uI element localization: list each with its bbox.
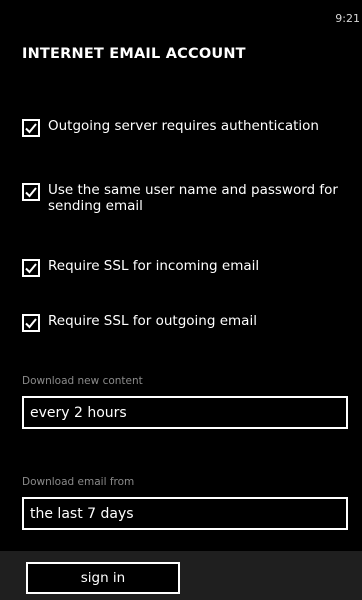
checkmark-icon	[25, 263, 37, 274]
app-bar: sign in	[0, 551, 362, 600]
ssl-outgoing-label: Require SSL for outgoing email	[48, 313, 257, 329]
checkmark-icon	[25, 123, 37, 134]
outgoing-auth-checkbox-row[interactable]: Outgoing server requires authentication	[22, 118, 342, 137]
ssl-incoming-checkbox-row[interactable]: Require SSL for incoming email	[22, 258, 342, 277]
same-credentials-checkbox-row[interactable]: Use the same user name and password for …	[22, 182, 342, 214]
download-content-label: Download new content	[22, 375, 143, 387]
page-title: INTERNET EMAIL ACCOUNT	[22, 46, 246, 62]
download-content-value: every 2 hours	[30, 404, 127, 421]
download-email-value: the last 7 days	[30, 505, 134, 522]
checkmark-icon	[25, 318, 37, 329]
outgoing-auth-label: Outgoing server requires authentication	[48, 118, 319, 134]
same-credentials-label: Use the same user name and password for …	[48, 182, 338, 214]
sign-in-button[interactable]: sign in	[26, 562, 180, 594]
download-content-picker[interactable]: every 2 hours	[22, 396, 348, 429]
ssl-incoming-checkbox[interactable]	[22, 259, 40, 277]
ssl-outgoing-checkbox-row[interactable]: Require SSL for outgoing email	[22, 313, 342, 332]
checkmark-icon	[25, 187, 37, 198]
ssl-incoming-label: Require SSL for incoming email	[48, 258, 260, 274]
ssl-outgoing-checkbox[interactable]	[22, 314, 40, 332]
outgoing-auth-checkbox[interactable]	[22, 119, 40, 137]
status-time: 9:21	[335, 12, 360, 25]
download-email-label: Download email from	[22, 476, 135, 488]
download-email-picker[interactable]: the last 7 days	[22, 497, 348, 530]
same-credentials-checkbox[interactable]	[22, 183, 40, 201]
